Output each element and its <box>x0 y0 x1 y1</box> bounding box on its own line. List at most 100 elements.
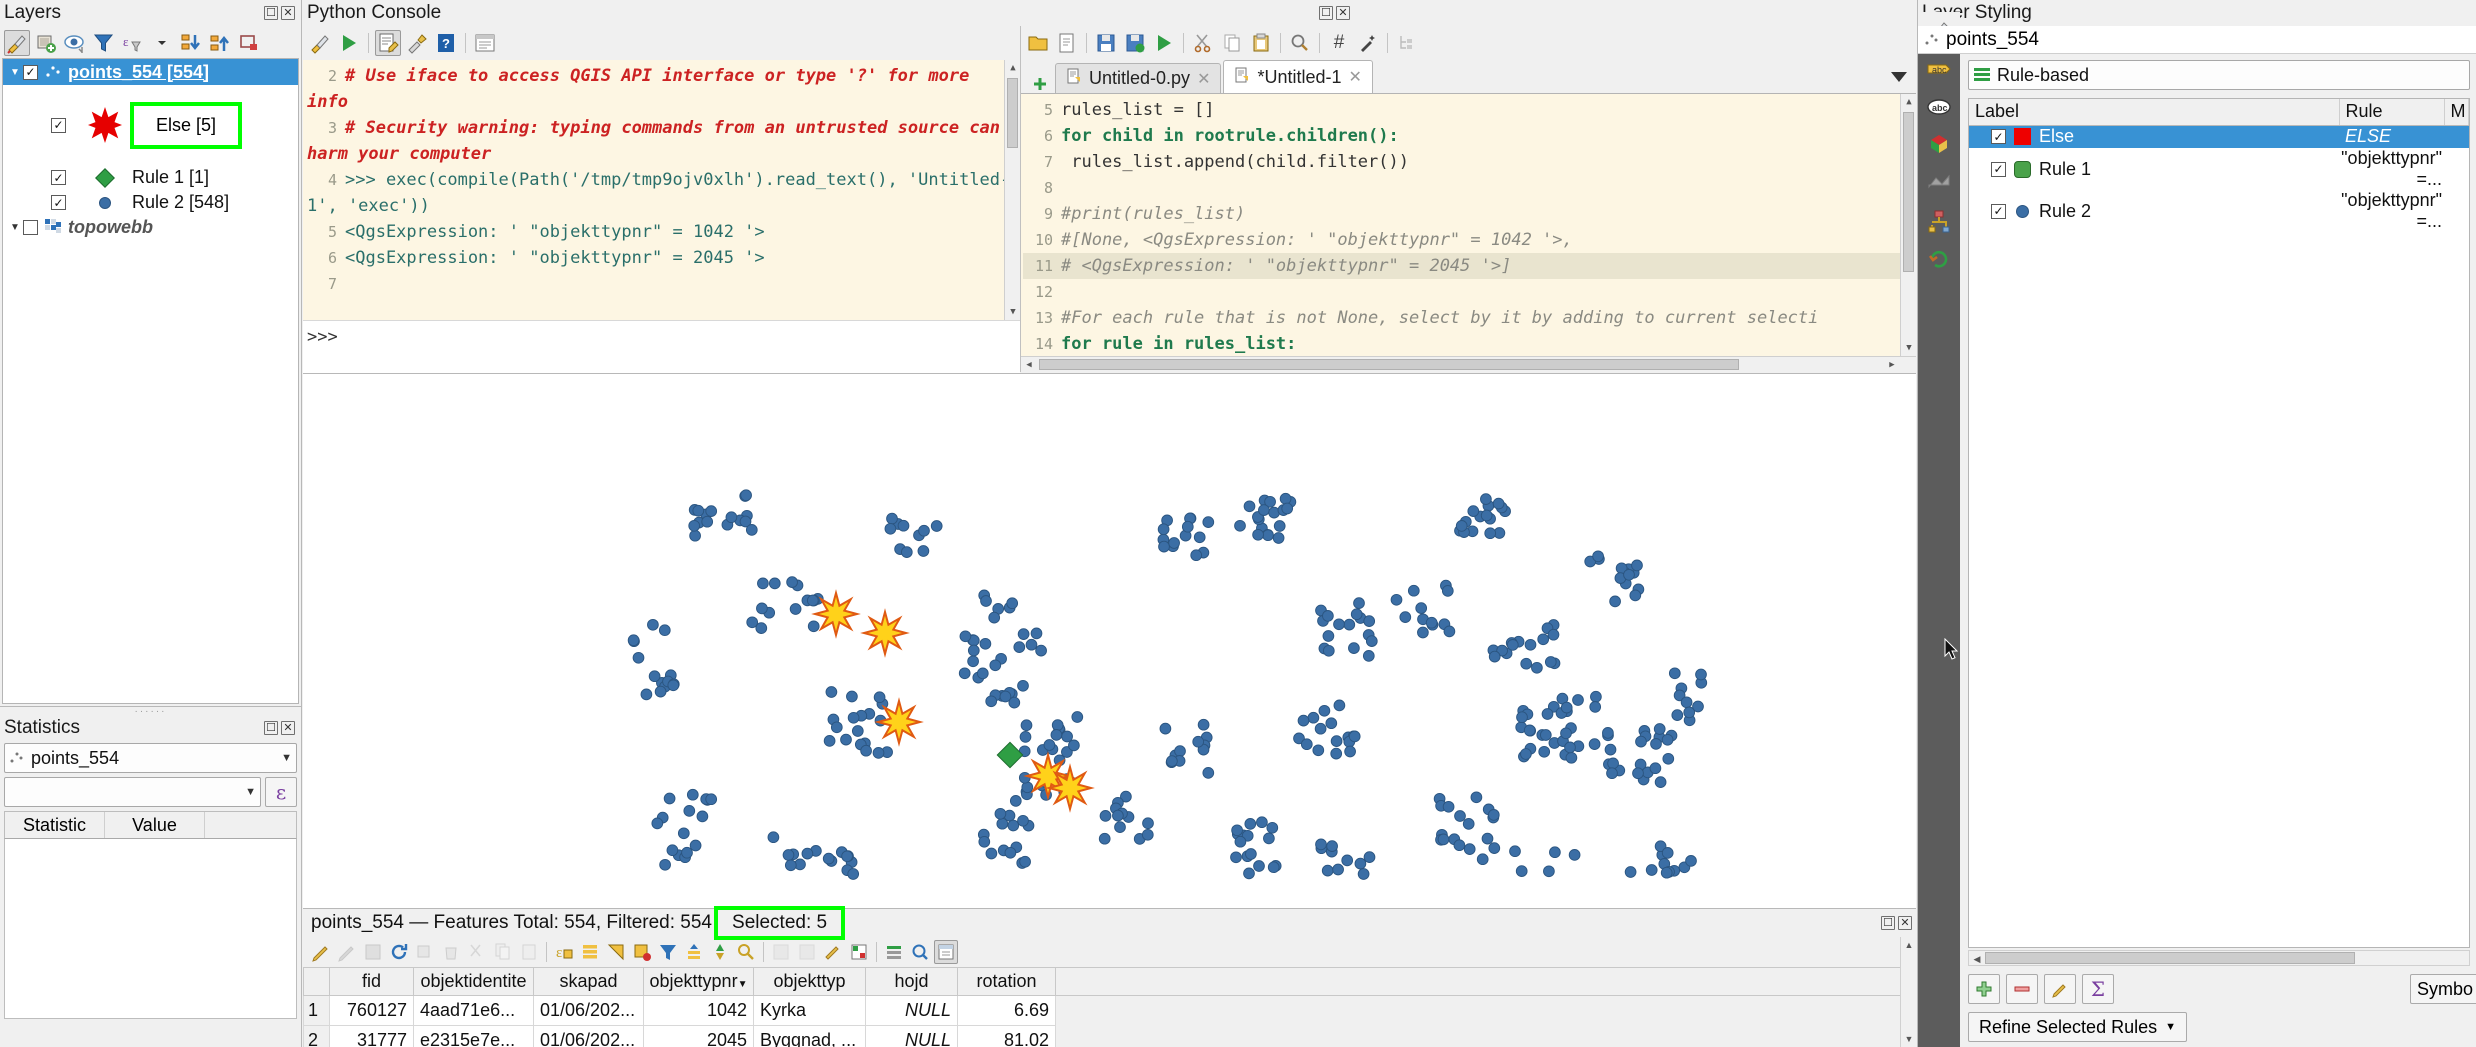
scroll-up-icon[interactable]: ▲ <box>1005 60 1020 76</box>
rule-row-else[interactable]: ✓ Else ELSE <box>1969 125 2469 148</box>
refine-selected-rules-button[interactable]: Refine Selected Rules ▼ <box>1968 1012 2187 1042</box>
expand-all-icon[interactable] <box>178 30 204 56</box>
scroll-up-icon[interactable]: ▲ <box>1901 94 1916 110</box>
legend-item-rule-2[interactable]: ✓ Rule 2 [548] <box>3 190 298 215</box>
scrollbar-thumb[interactable] <box>1007 78 1018 148</box>
rules-tree[interactable]: Label Rule M ✓ Else ELSE ✓ Rule 1 "objek… <box>1968 98 2470 948</box>
renderer-type-select[interactable]: Rule-based <box>1968 60 2470 90</box>
layer-visibility-checkbox[interactable]: ✓ <box>23 64 38 80</box>
scroll-down-icon[interactable]: ▼ <box>1901 1031 1917 1047</box>
add-rule-icon[interactable] <box>1968 974 2000 1004</box>
masks-icon[interactable]: abc <box>1918 88 1960 126</box>
close-icon[interactable]: ✕ <box>1898 916 1912 930</box>
options-icon[interactable] <box>404 30 430 56</box>
cut-icon[interactable] <box>1190 30 1216 56</box>
filter-icon[interactable] <box>656 940 680 964</box>
cell-objekttypnr[interactable]: 1042 <box>643 995 754 1026</box>
labels-icon[interactable]: abc <box>1918 50 1960 88</box>
collapse-all-icon[interactable] <box>207 30 233 56</box>
save-edits-icon[interactable] <box>335 940 359 964</box>
legend-rule2-checkbox[interactable]: ✓ <box>51 195 66 210</box>
cell-objektidentitet[interactable]: e2315e7e... <box>413 1025 534 1047</box>
legend-item-else[interactable]: ✓ Else [5] <box>3 85 298 165</box>
rules-col-min[interactable]: M <box>2444 99 2469 126</box>
zoom-to-selection-icon[interactable] <box>734 940 758 964</box>
find-icon[interactable] <box>1287 30 1313 56</box>
organize-columns-icon[interactable] <box>882 940 906 964</box>
rules-col-rule[interactable]: Rule <box>2339 99 2445 126</box>
pan-to-selection-icon[interactable] <box>708 940 732 964</box>
toggle-comment-icon[interactable]: # <box>1326 30 1352 56</box>
paste-features-icon[interactable] <box>517 940 541 964</box>
chevron-down-icon[interactable] <box>1882 63 1916 93</box>
close-icon[interactable]: ✕ <box>281 721 295 735</box>
map-canvas[interactable] <box>303 373 1916 908</box>
cell-objekttypnr[interactable]: 2045 <box>643 1025 754 1047</box>
chevron-down-icon[interactable]: ▼ <box>2165 1021 2176 1033</box>
styling-layer-selector[interactable]: points_554 <box>1918 26 2476 54</box>
move-selection-to-top-icon[interactable] <box>682 940 706 964</box>
scroll-up-icon[interactable]: ▲ <box>1901 937 1917 953</box>
editor-horizontal-scrollbar[interactable]: ◀ ▶ <box>1021 356 1916 372</box>
rule-else-checkbox[interactable]: ✓ <box>1991 129 2006 145</box>
attribute-table[interactable]: fid objektidentite skapad objekttypnr▼ o… <box>303 967 1916 1047</box>
toggle-editing-icon[interactable] <box>309 940 333 964</box>
cell-objekttyp[interactable]: Byggnad, ... <box>753 1025 866 1047</box>
reload-icon[interactable] <box>387 940 411 964</box>
rule-1-checkbox[interactable]: ✓ <box>1991 161 2006 177</box>
edit-rule-icon[interactable] <box>2044 974 2076 1004</box>
save-as-icon[interactable] <box>1122 30 1148 56</box>
cell-skapad[interactable]: 01/06/202... <box>533 1025 644 1047</box>
attribute-form-icon[interactable] <box>1918 202 1960 240</box>
select-all-icon[interactable] <box>578 940 602 964</box>
new-file-icon[interactable] <box>1054 30 1080 56</box>
count-features-icon[interactable]: Σ <box>2082 974 2114 1004</box>
scroll-left-icon[interactable]: ◀ <box>1021 357 1037 372</box>
close-icon[interactable]: ✕ <box>1349 67 1362 87</box>
chevron-down-icon[interactable] <box>149 30 175 56</box>
expand-arrow-icon[interactable]: ▼ <box>7 222 23 233</box>
undock-icon[interactable]: ☐ <box>1881 916 1895 930</box>
editor-vertical-scrollbar[interactable]: ▲ ▼ <box>1900 94 1916 372</box>
deselect-all-icon[interactable] <box>630 940 654 964</box>
scroll-right-icon[interactable]: ▶ <box>1884 357 1900 372</box>
editor-code-area[interactable]: 5 rules_list = [] 6 for child in rootrule.… <box>1021 94 1916 372</box>
scroll-down-icon[interactable]: ▼ <box>1005 304 1020 320</box>
cell-rotation[interactable]: 6.69 <box>957 995 1056 1026</box>
cell-objektidentitet[interactable]: 4aad71e6... <box>413 995 534 1026</box>
panel-splitter-grip[interactable]: ······ <box>0 706 301 717</box>
run-script-icon[interactable] <box>1151 30 1177 56</box>
filter-expression-icon[interactable]: ε <box>120 30 146 56</box>
scroll-down-icon[interactable]: ▼ <box>1901 340 1916 356</box>
col-header-hojd[interactable]: hojd <box>865 967 958 996</box>
col-header-rotation[interactable]: rotation <box>957 967 1056 996</box>
undock-icon[interactable]: ☐ <box>264 721 278 735</box>
scroll-left-icon[interactable]: ◀ <box>1969 951 1985 967</box>
cell-rotation[interactable]: 81.02 <box>957 1025 1056 1047</box>
select-by-expression-icon[interactable]: ε <box>552 940 576 964</box>
symbol-levels-button[interactable]: Symbo <box>2409 974 2476 1004</box>
cell-fid[interactable]: 31777 <box>329 1025 414 1047</box>
scrollbar-thumb[interactable] <box>1985 952 2355 964</box>
styling-dock-icon[interactable] <box>4 30 30 56</box>
cell-fid[interactable]: 760127 <box>329 995 414 1026</box>
cell-hojd[interactable]: NULL <box>865 1025 958 1047</box>
show-editor-icon[interactable] <box>375 30 401 56</box>
manage-visibility-icon[interactable] <box>62 30 88 56</box>
rules-horizontal-scrollbar[interactable]: ◀ <box>1968 950 2470 966</box>
col-header-objektidentitet[interactable]: objektidentite <box>413 967 534 996</box>
invert-selection-icon[interactable] <box>604 940 628 964</box>
undock-icon[interactable]: ☐ <box>264 6 278 20</box>
delete-field-icon[interactable] <box>795 940 819 964</box>
table-row[interactable]: 2 31777 e2315e7e... 01/06/202... 2045 By… <box>303 1025 1916 1047</box>
col-header-objekttypnr[interactable]: objekttypnr▼ <box>643 967 754 996</box>
rule-2-checkbox[interactable]: ✓ <box>1991 203 2006 219</box>
run-command-icon[interactable] <box>336 30 362 56</box>
layer-item-topowebb[interactable]: ▼ ✓ topowebb <box>3 215 298 239</box>
chevron-down-icon[interactable]: ▼ <box>275 752 292 764</box>
remove-layer-icon[interactable] <box>236 30 262 56</box>
conditional-formatting-icon[interactable] <box>847 940 871 964</box>
new-field-icon[interactable] <box>769 940 793 964</box>
copy-icon[interactable] <box>1219 30 1245 56</box>
field-calculator-icon[interactable] <box>821 940 845 964</box>
